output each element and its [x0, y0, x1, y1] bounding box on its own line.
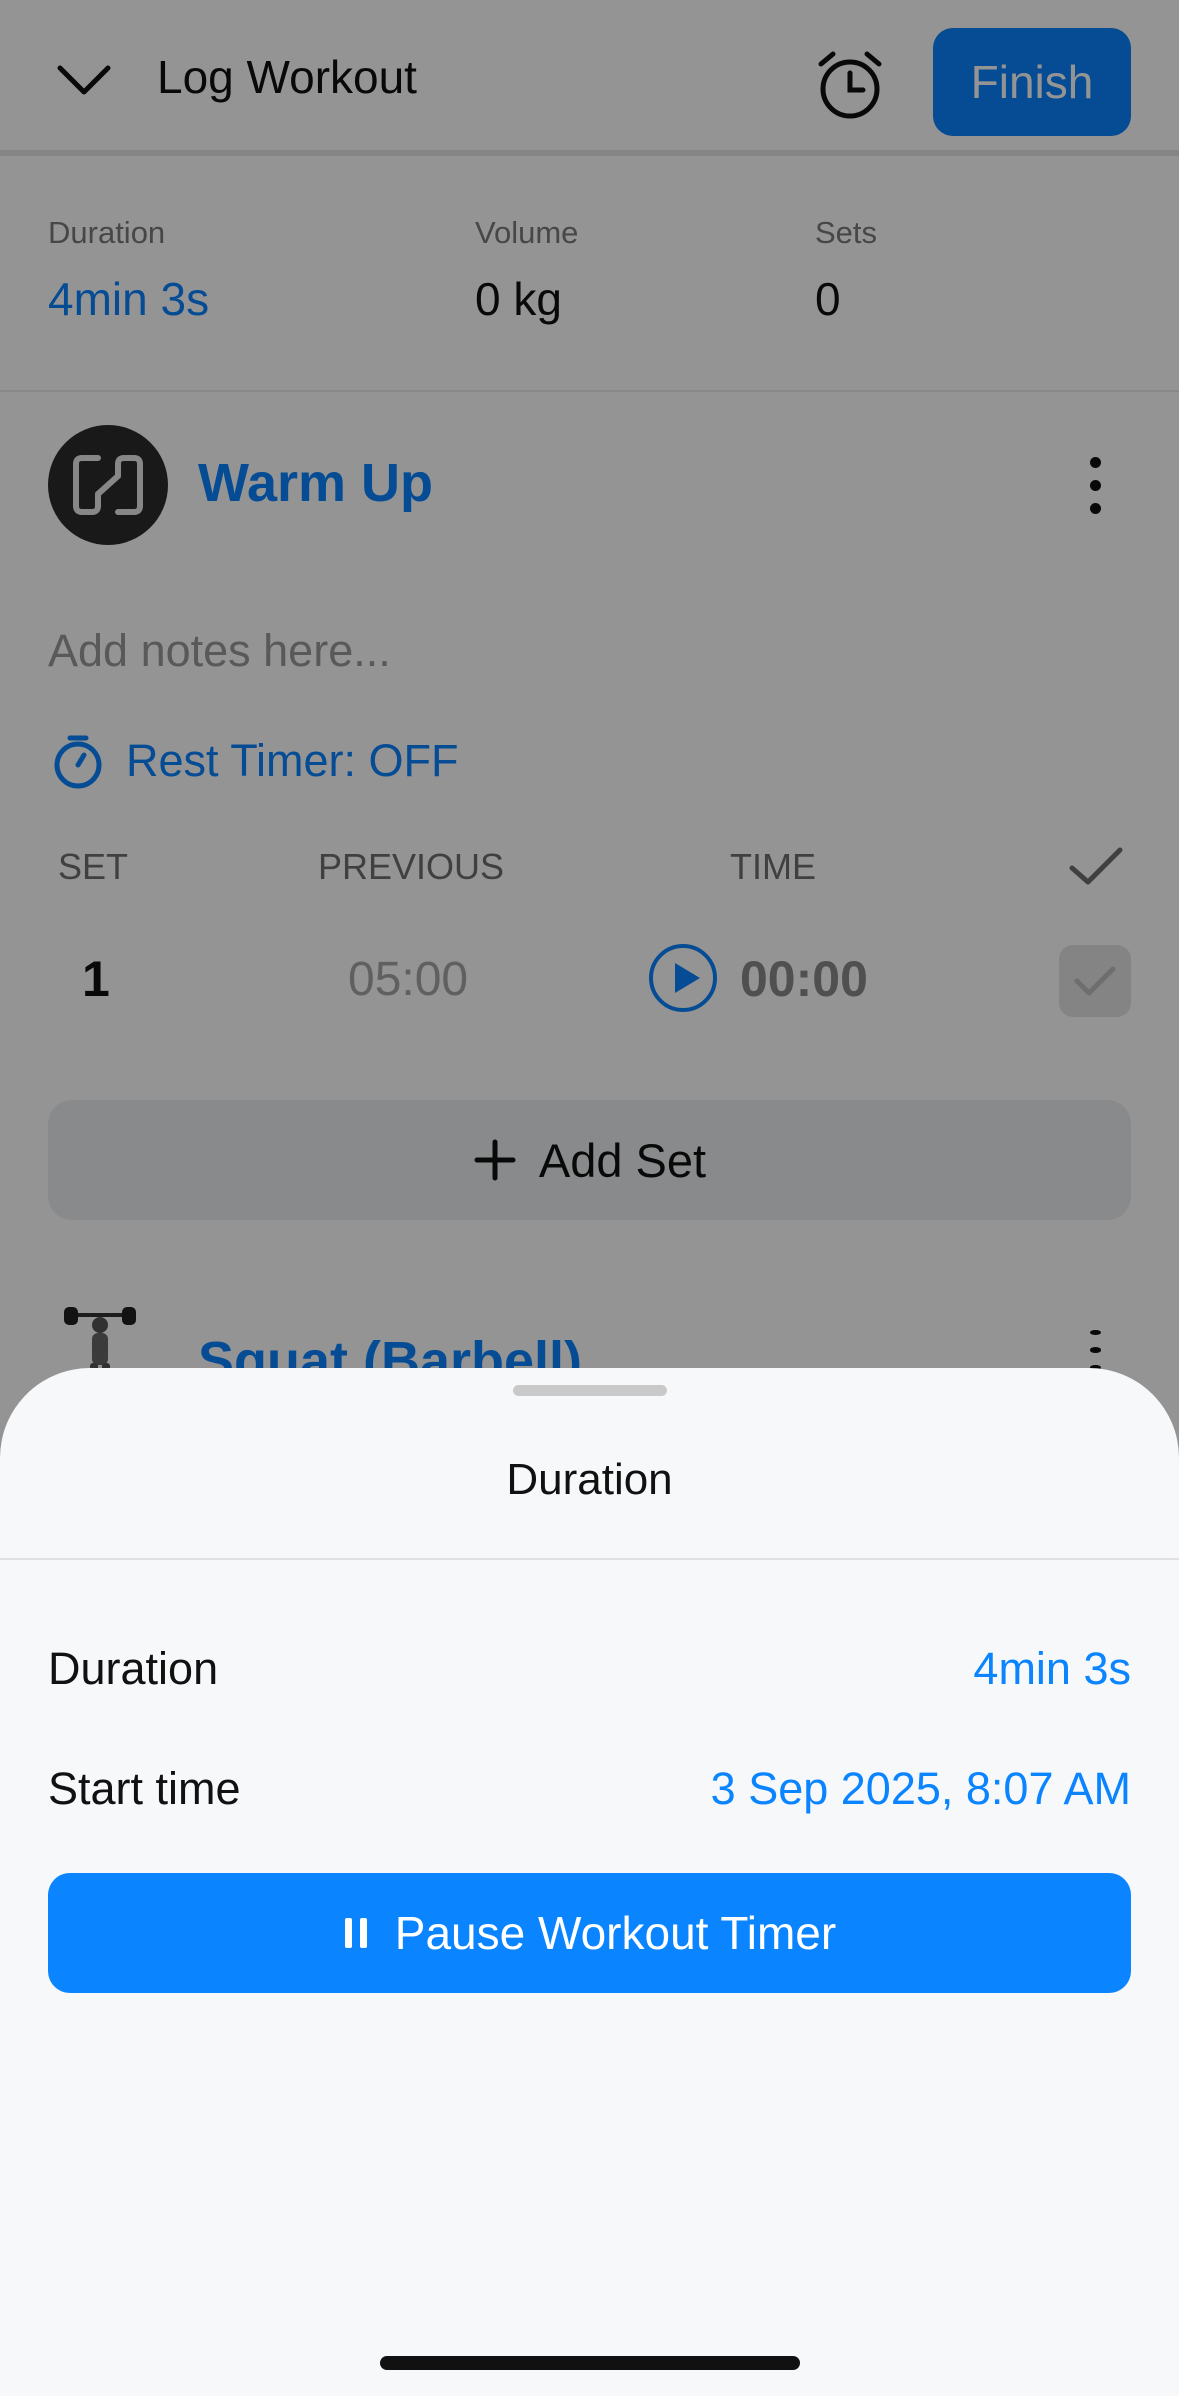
sheet-duration-value[interactable]: 4min 3s: [973, 1643, 1131, 1695]
sheet-title: Duration: [506, 1455, 673, 1504]
sheet-start-time-value[interactable]: 3 Sep 2025, 8:07 AM: [711, 1763, 1131, 1815]
pause-label: Pause Workout Timer: [394, 1907, 837, 1959]
sheet-duration-label: Duration: [48, 1643, 219, 1694]
home-indicator[interactable]: [380, 2356, 800, 2370]
sheet-grabber[interactable]: [513, 1385, 667, 1396]
pause-workout-timer-button[interactable]: Pause Workout Timer: [48, 1873, 1131, 1993]
pause-icon: [344, 1918, 367, 1948]
sheet-start-time-label: Start time: [48, 1763, 241, 1814]
sheet-divider: [0, 1558, 1179, 1560]
